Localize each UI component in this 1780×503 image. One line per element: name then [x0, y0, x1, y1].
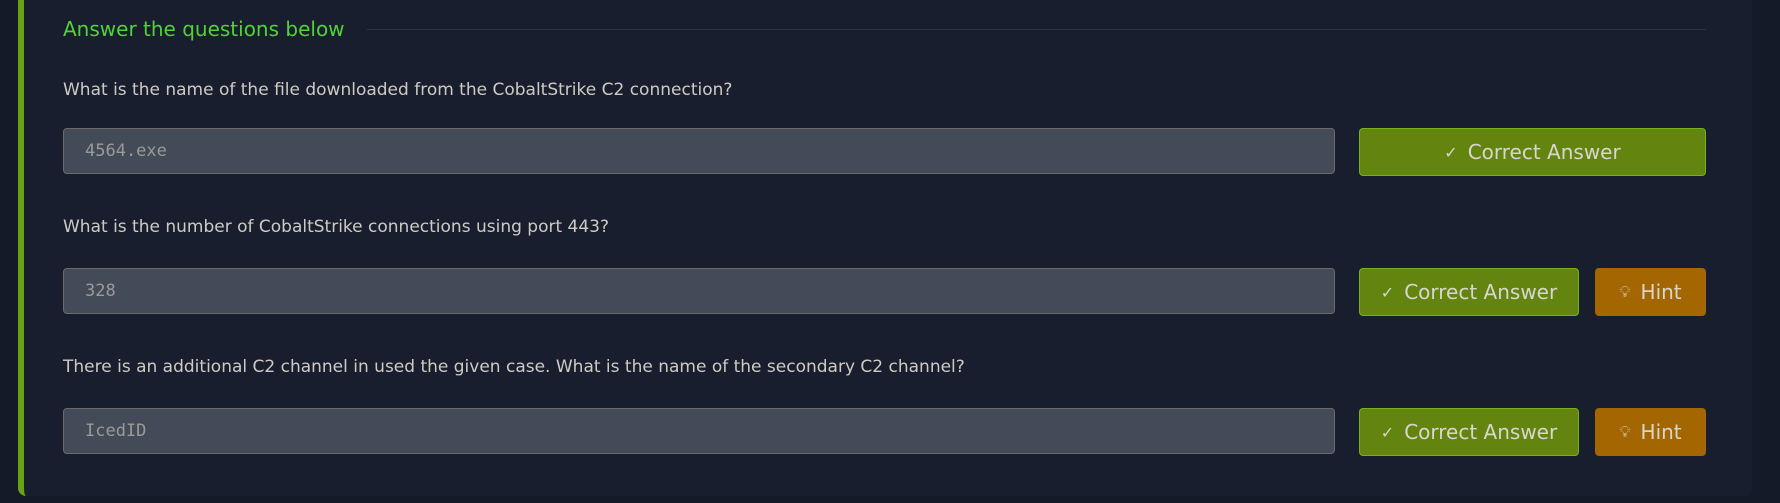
section-title: Answer the questions below	[63, 17, 345, 41]
correct-answer-button-3[interactable]: ✓ Correct Answer	[1359, 408, 1579, 456]
correct-answer-button-1[interactable]: ✓ Correct Answer	[1359, 128, 1706, 176]
check-icon: ✓	[1380, 282, 1395, 302]
answer-input-3[interactable]: IcedID	[63, 408, 1335, 454]
check-icon: ✓	[1444, 142, 1458, 162]
lightbulb-icon: 💡︎	[1619, 422, 1631, 441]
button-label: Hint	[1640, 420, 1682, 444]
answer-input-1[interactable]: 4564.exe	[63, 128, 1335, 174]
question-1: What is the name of the file downloaded …	[63, 80, 733, 100]
hint-button-2[interactable]: 💡︎ Hint	[1595, 268, 1706, 316]
hint-button-3[interactable]: 💡︎ Hint	[1595, 408, 1706, 456]
button-label: Correct Answer	[1404, 280, 1558, 304]
section-header: Answer the questions below	[63, 14, 1706, 44]
answer-input-2[interactable]: 328	[63, 268, 1335, 314]
correct-answer-button-2[interactable]: ✓ Correct Answer	[1359, 268, 1579, 316]
button-label: Hint	[1640, 280, 1682, 304]
lightbulb-icon: 💡︎	[1619, 282, 1631, 301]
question-2: What is the number of CobaltStrike conne…	[63, 217, 610, 237]
divider	[366, 28, 1706, 30]
check-icon: ✓	[1380, 422, 1395, 442]
question-3: There is an additional C2 channel in use…	[63, 357, 965, 377]
button-label: Correct Answer	[1404, 420, 1558, 444]
button-label: Correct Answer	[1467, 140, 1621, 164]
